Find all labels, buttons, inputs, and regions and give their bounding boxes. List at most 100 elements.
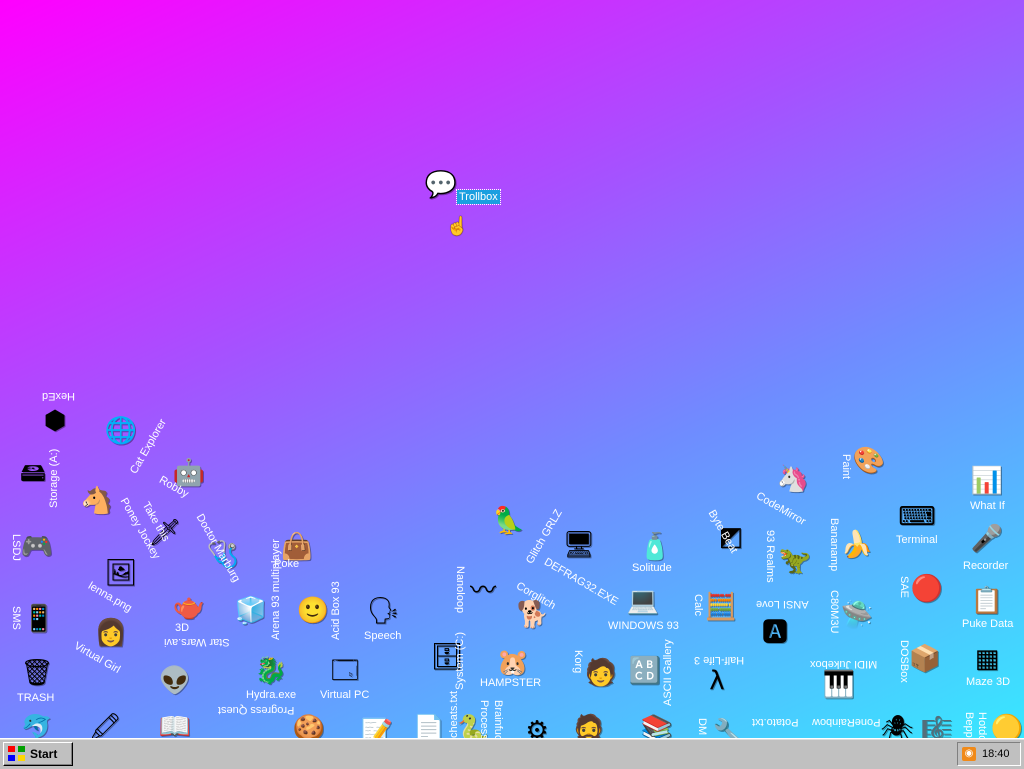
sae-icon[interactable]: 🔴 (910, 572, 944, 606)
hexagon-icon: ⬢ (43, 406, 67, 436)
pd-patch-icon: 📋 (970, 586, 1004, 616)
glitch-grlz-icon[interactable]: 🦜 (492, 504, 526, 538)
hero-icon[interactable]: 🧔 (572, 712, 606, 738)
book-icon[interactable]: 📖 (158, 710, 192, 738)
half-life-icon[interactable]: λ (700, 664, 734, 698)
system-tray: ◉ 18:40 (957, 742, 1021, 766)
solitude-label: Solitude (632, 562, 672, 574)
yoda-icon: 👽 (158, 666, 192, 696)
defrag-icon[interactable]: 🖥 (562, 528, 596, 562)
bottle-icon: 🧴 (638, 532, 672, 562)
nanoloop-icon[interactable]: 〰 (466, 574, 500, 608)
text-file-icon: 📄 (412, 714, 446, 738)
cube-icon: 🧊 (234, 596, 268, 626)
dolphin-icon[interactable]: 🐬 (20, 712, 54, 738)
pen-icon[interactable]: 🖍 (88, 710, 122, 738)
speech-icon[interactable]: 🗣 (366, 594, 400, 628)
face-portrait-icon: 👩 (94, 618, 128, 648)
korg-icon[interactable]: 🧑 (584, 656, 618, 690)
terminal-icon[interactable]: ⌨ (898, 500, 936, 534)
window-icon: 🗔 (330, 656, 360, 686)
lsdj-icon[interactable]: 🎮 (20, 530, 54, 564)
trollbox-icon[interactable]: 💬 (424, 168, 458, 202)
bananamp-icon[interactable]: 🍌 (840, 528, 874, 562)
hotdog-label: Hotdog (976, 712, 988, 738)
c80m3u-icon[interactable]: 🛸 (840, 598, 874, 632)
floppy-drive-icon: 🖴 (19, 458, 47, 488)
pony-icon: 🐴 (80, 486, 114, 516)
process-icon[interactable]: ⚙ (520, 714, 554, 738)
solitude-icon[interactable]: 🧴 (638, 530, 672, 564)
dosbox-icon[interactable]: 📦 (908, 642, 942, 676)
paint-label: Paint (840, 454, 852, 480)
notepad-icon[interactable]: 📝 (360, 716, 394, 738)
rss-feed-icon[interactable]: ◉ (962, 747, 976, 761)
hampster-icon[interactable]: 🐹 (496, 646, 530, 680)
potato-label: Potato.txt (752, 716, 799, 728)
maze3d-icon[interactable]: ▦ (970, 642, 1004, 676)
bananamp-label: Bananamp (828, 518, 840, 572)
acid-smiley-icon: 🙂 (296, 596, 330, 626)
what-if-icon[interactable]: 📊 (970, 464, 1004, 498)
hexed-icon[interactable]: ⬢ (38, 404, 72, 438)
recorder-icon[interactable]: 🎤 (970, 522, 1004, 556)
hand-cursor-icon: ☝ (446, 216, 469, 236)
poneyrainbow-label: PoneRainbow (812, 716, 881, 728)
cat-explorer-icon[interactable]: 🌐 (104, 414, 138, 448)
ascii-gallery-label: ASCII Gallery (662, 639, 674, 706)
maze-icon: ▦ (974, 644, 1000, 674)
start-label: Start (30, 747, 58, 761)
paint-icon[interactable]: 🎨 (852, 444, 886, 478)
piano-keys-icon[interactable]: 🎼 (920, 714, 954, 738)
books-icon[interactable]: 📚 (640, 712, 674, 738)
93-realms-icon[interactable]: 🦖 (778, 544, 812, 578)
beppu-label: Beppu (963, 712, 975, 738)
trollbox-label[interactable]: Trollbox (456, 189, 501, 205)
codemirror-icon[interactable]: 🦄 (776, 462, 810, 496)
storage-icon[interactable]: 🖴 (16, 456, 50, 490)
hexed-label: HexEd (42, 390, 76, 402)
hydra-icon[interactable]: 🐉 (254, 654, 288, 688)
ascii-gallery-icon[interactable]: 🔠 (628, 654, 662, 688)
midi-jukebox-icon[interactable]: 🎹 (822, 668, 856, 702)
windows93-icon[interactable]: 💻 (626, 584, 660, 618)
cheats-icon[interactable]: 📄 (412, 712, 446, 738)
star-wars-icon[interactable]: 👽 (158, 664, 192, 698)
nanoloop-label: Nanoloop (454, 566, 466, 614)
ufo-icon: 🛸 (840, 600, 874, 630)
93-realms-label: 93 Realms (764, 530, 776, 583)
clock: 18:40 (982, 748, 1010, 760)
start-button[interactable]: Start (3, 742, 73, 766)
3d-icon[interactable]: 🫖 (172, 590, 206, 624)
glitch-grlz-label: Glitch GRLZ (524, 507, 565, 566)
tools-icon[interactable]: 🔧 (712, 716, 746, 738)
3d-label: 3D (175, 622, 190, 634)
pacman-icon[interactable]: 🟡 (990, 712, 1024, 738)
ansi-love-icon[interactable]: 🅰 (758, 616, 792, 650)
hamster-icon: 🐹 (496, 648, 530, 678)
virtual-girl-icon[interactable]: 👩 (94, 616, 128, 650)
sms-icon[interactable]: 📱 (22, 602, 56, 636)
lenna-icon[interactable]: 🖼 (104, 556, 138, 590)
spider-icon[interactable]: 🕷 (880, 712, 914, 738)
maze3d-label: Maze 3D (966, 676, 1011, 688)
banana-icon: 🍌 (840, 530, 874, 560)
acid-box-icon[interactable]: 🙂 (296, 594, 330, 628)
cookie-icon[interactable]: 🍪 (292, 712, 326, 738)
storage-label: Storage (A:) (48, 448, 60, 508)
arena93-icon[interactable]: 🧊 (234, 594, 268, 628)
dolphin-icon-glyph: 🐬 (20, 714, 54, 738)
virtual-pc-icon[interactable]: 🗔 (328, 654, 362, 688)
teapot-icon: 🫖 (172, 592, 206, 622)
windows-logo-icon (8, 746, 26, 762)
portrait-icon: 🧑 (584, 658, 618, 688)
trash-icon[interactable]: 🗑 (20, 656, 54, 690)
process-label: Process (478, 700, 490, 738)
mouth-face-icon: 🗣 (366, 596, 400, 626)
acid-box-label: Acid Box 93 (330, 581, 342, 640)
poney-jockey-icon[interactable]: 🐴 (80, 484, 114, 518)
puke-data-icon[interactable]: 📋 (970, 584, 1004, 618)
piano-icon: 🎹 (822, 670, 856, 700)
pixel-dragon-icon: 🦖 (778, 546, 812, 576)
calc-icon[interactable]: 🧮 (704, 590, 738, 624)
